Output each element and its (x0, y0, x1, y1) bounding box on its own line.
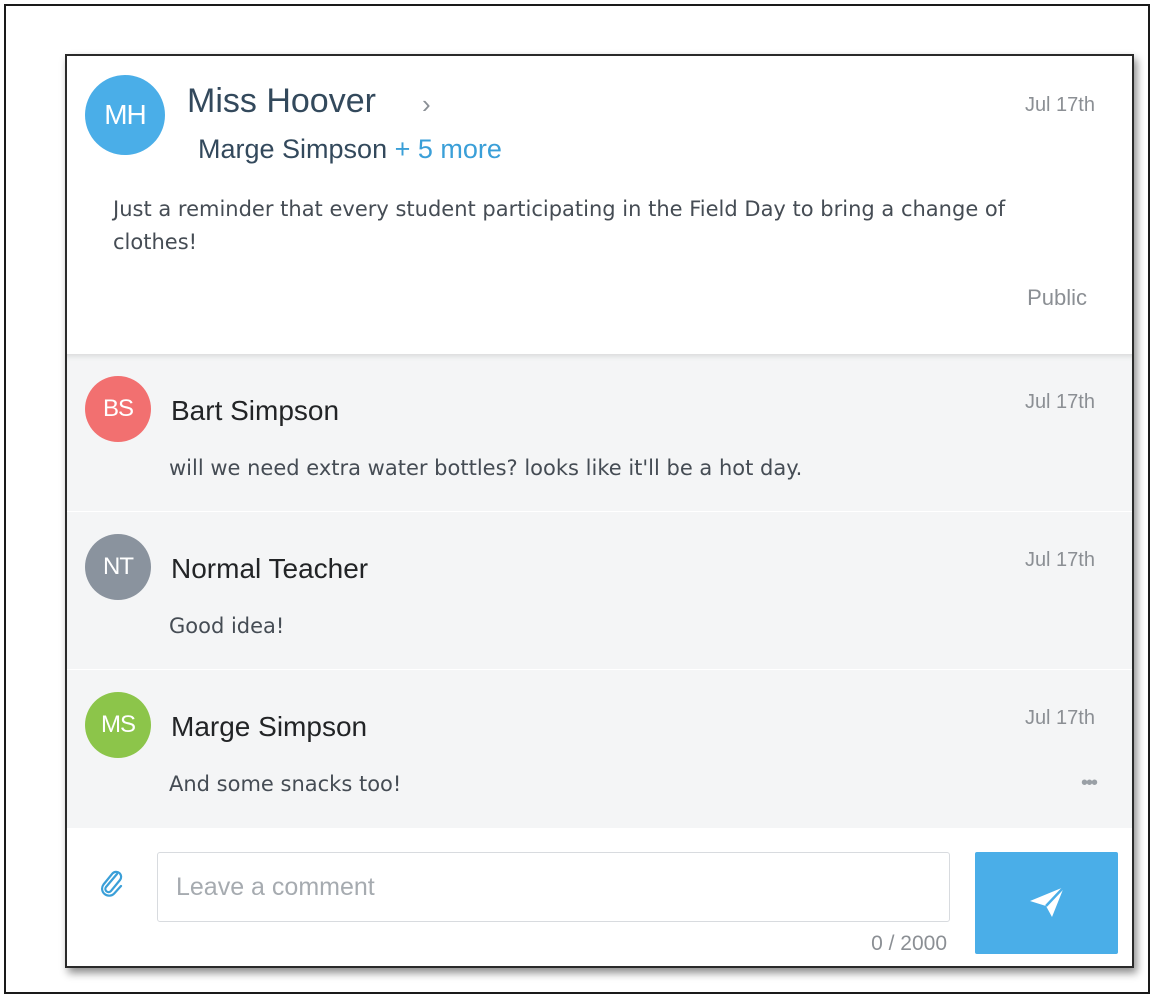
post-card: MH Miss Hoover › Marge Simpson + 5 more … (65, 54, 1134, 968)
more-recipients-link[interactable]: + 5 more (395, 134, 502, 164)
commenter-avatar[interactable]: BS (85, 376, 151, 442)
comment-input[interactable] (157, 852, 950, 922)
more-options-icon[interactable]: ••• (1081, 773, 1098, 793)
comment-text: will we need extra water bottles? looks … (169, 456, 803, 480)
commenter-name[interactable]: Bart Simpson (171, 395, 339, 427)
comment-date: Jul 17th (1024, 549, 1095, 571)
comments-list: BS Bart Simpson Jul 17th will we need ex… (67, 354, 1132, 828)
post-date: Jul 17th (1024, 94, 1095, 116)
comment-item: MS Marge Simpson Jul 17th And some snack… (67, 670, 1132, 828)
comment-text: And some snacks too! (169, 772, 402, 796)
comment-date: Jul 17th (1024, 707, 1095, 729)
commenter-avatar-initials: MS (101, 711, 136, 738)
comment-date: Jul 17th (1024, 391, 1095, 413)
commenter-avatar-initials: BS (102, 395, 134, 422)
post-body: Just a reminder that every student parti… (113, 197, 1006, 254)
post-recipients: Marge Simpson + 5 more (198, 134, 502, 165)
commenter-name[interactable]: Normal Teacher (171, 553, 368, 585)
character-counter: 0 / 2000 (871, 932, 947, 955)
paperclip-icon[interactable] (97, 868, 127, 898)
commenter-avatar[interactable]: MS (85, 692, 151, 758)
commenter-avatar[interactable]: NT (85, 534, 151, 600)
author-avatar-initials: MH (104, 99, 147, 130)
commenter-avatar-initials: NT (103, 553, 134, 580)
commenter-name[interactable]: Marge Simpson (171, 711, 367, 743)
chevron-right-icon[interactable]: › (422, 89, 431, 120)
screenshot-frame: MH Miss Hoover › Marge Simpson + 5 more … (4, 4, 1150, 994)
comment-item: BS Bart Simpson Jul 17th will we need ex… (67, 354, 1132, 512)
recipient-name: Marge Simpson (198, 134, 388, 164)
comment-composer: 0 / 2000 (67, 828, 1132, 966)
visibility-label: Public (1027, 285, 1087, 310)
paper-plane-icon (1028, 885, 1066, 922)
comment-item: NT Normal Teacher Jul 17th Good idea! (67, 512, 1132, 670)
author-avatar[interactable]: MH (85, 75, 165, 155)
post-author-name[interactable]: Miss Hoover (187, 82, 376, 121)
post: MH Miss Hoover › Marge Simpson + 5 more … (67, 56, 1132, 354)
comment-text: Good idea! (169, 614, 285, 638)
send-button[interactable] (975, 852, 1118, 954)
